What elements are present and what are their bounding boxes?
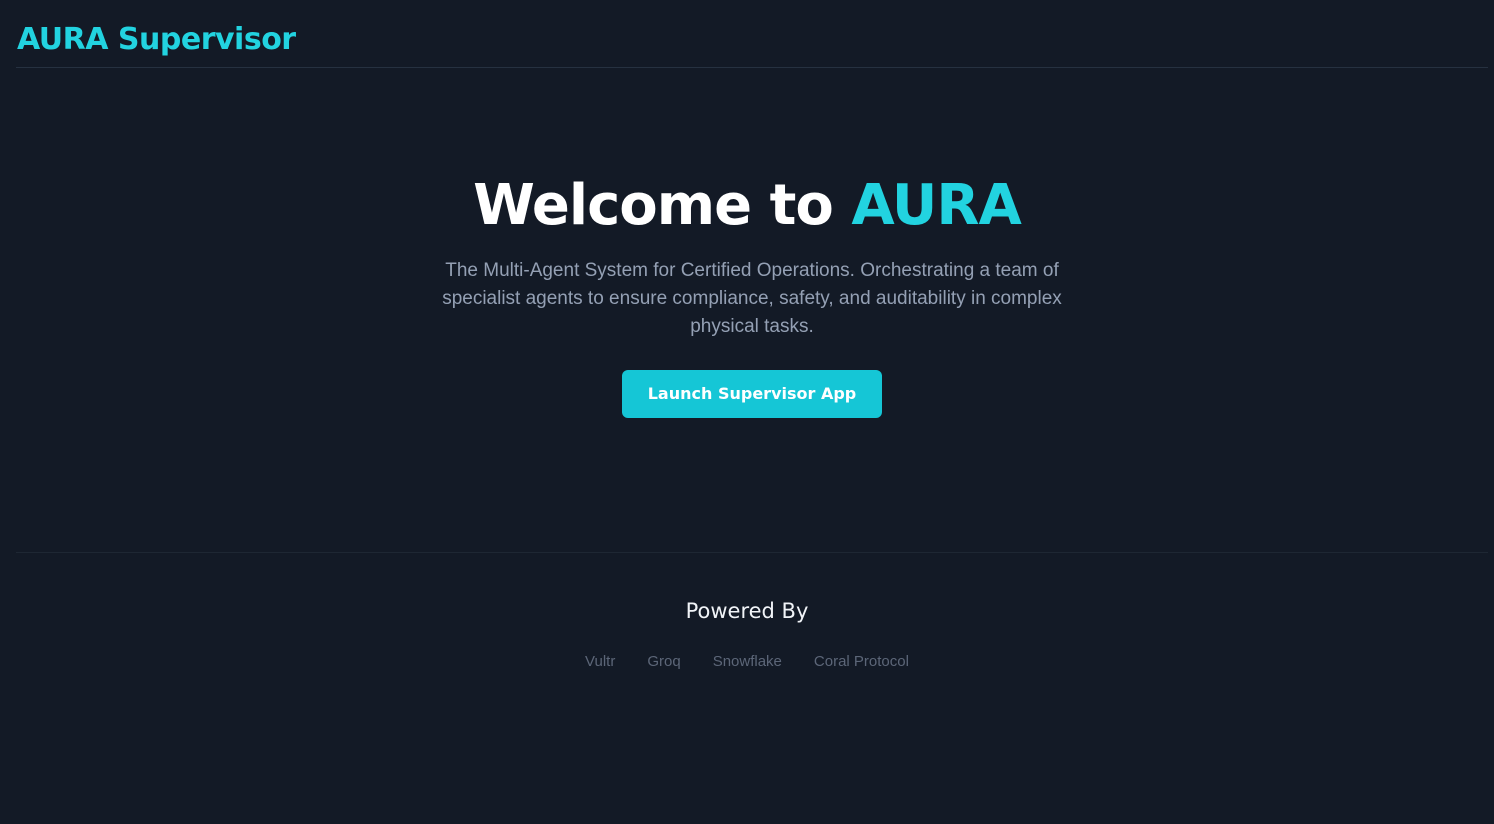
hero-title-accent: AURA: [851, 173, 1022, 238]
hero-title: Welcome to AURA: [0, 168, 1494, 244]
footer-divider: [16, 552, 1488, 553]
powered-by-title: Powered By: [685, 599, 809, 623]
launch-supervisor-app-button[interactable]: Launch Supervisor App: [622, 370, 882, 418]
partner-item-groq: Groq: [647, 653, 681, 670]
hero-title-prefix: Welcome to: [473, 173, 852, 238]
partner-item-snowflake: Snowflake: [712, 653, 782, 670]
hero-description: The Multi-Agent System for Certified Ope…: [442, 260, 1062, 337]
partner-list: Vultr Groq Snowflake Coral Protocol: [0, 651, 1494, 673]
partner-item-vultr: Vultr: [585, 653, 616, 670]
partner-item-coral-protocol: Coral Protocol: [813, 653, 909, 670]
hero-section: Welcome to AURA The Multi-Agent System f…: [0, 0, 1494, 552]
